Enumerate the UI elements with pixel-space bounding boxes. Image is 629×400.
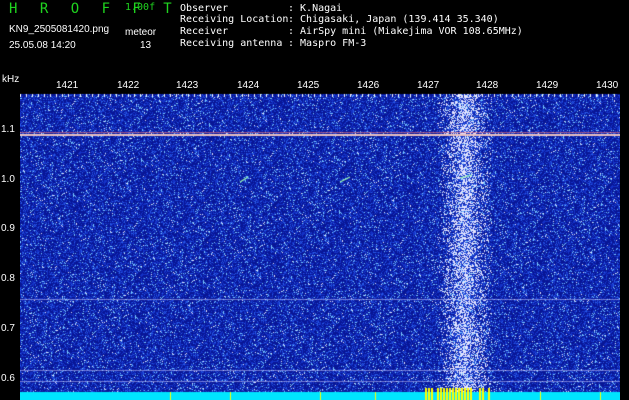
receiver-key: Receiver (180, 26, 229, 37)
receiver-value: : AirSpy mini (Miakejima VOR 108.65MHz) (288, 26, 523, 37)
antenna-value: : Maspro FM-3 (288, 38, 367, 49)
x-tick-label: 1429 (536, 80, 559, 91)
y-tick-label: 1.0 (1, 174, 15, 185)
x-tick-label: 1430 (596, 80, 619, 91)
y-tick-label: 0.6 (1, 373, 15, 384)
x-tick-label: 1421 (56, 80, 79, 91)
mode-label: meteor (125, 27, 157, 38)
file-name: KN9_2505081420.png (9, 24, 110, 35)
y-tick-label: 0.8 (1, 273, 15, 284)
location-value: : Chigasaki, Japan (139.414 35.340) (288, 14, 499, 25)
x-tick-label: 1423 (176, 80, 199, 91)
y-tick-label: 0.7 (1, 323, 15, 334)
datetime-label: 25.05.08 14:20 (9, 40, 76, 51)
x-tick-label: 1428 (476, 80, 499, 91)
version-label: 1.00f (125, 2, 156, 13)
x-tick-label: 1424 (237, 80, 260, 91)
header-panel: H R O F F T 1.00f KN9_2505081420.png met… (0, 0, 629, 74)
waterfall-panel (20, 78, 620, 400)
x-tick-label: 1422 (117, 80, 140, 91)
waterfall-canvas (20, 78, 620, 400)
y-tick-label: 1.1 (1, 124, 15, 135)
y-tick-label: 0.9 (1, 223, 15, 234)
x-tick-label: 1425 (297, 80, 320, 91)
antenna-key: Receiving antenna (180, 38, 283, 49)
x-tick-label: 1426 (357, 80, 380, 91)
location-key: Receiving Location (180, 14, 289, 25)
observer-key: Observer (180, 3, 229, 14)
x-tick-label: 1427 (417, 80, 440, 91)
count-label: 13 (140, 40, 152, 51)
observer-value: : K.Nagai (288, 3, 343, 14)
y-axis-unit: kHz (2, 74, 20, 85)
